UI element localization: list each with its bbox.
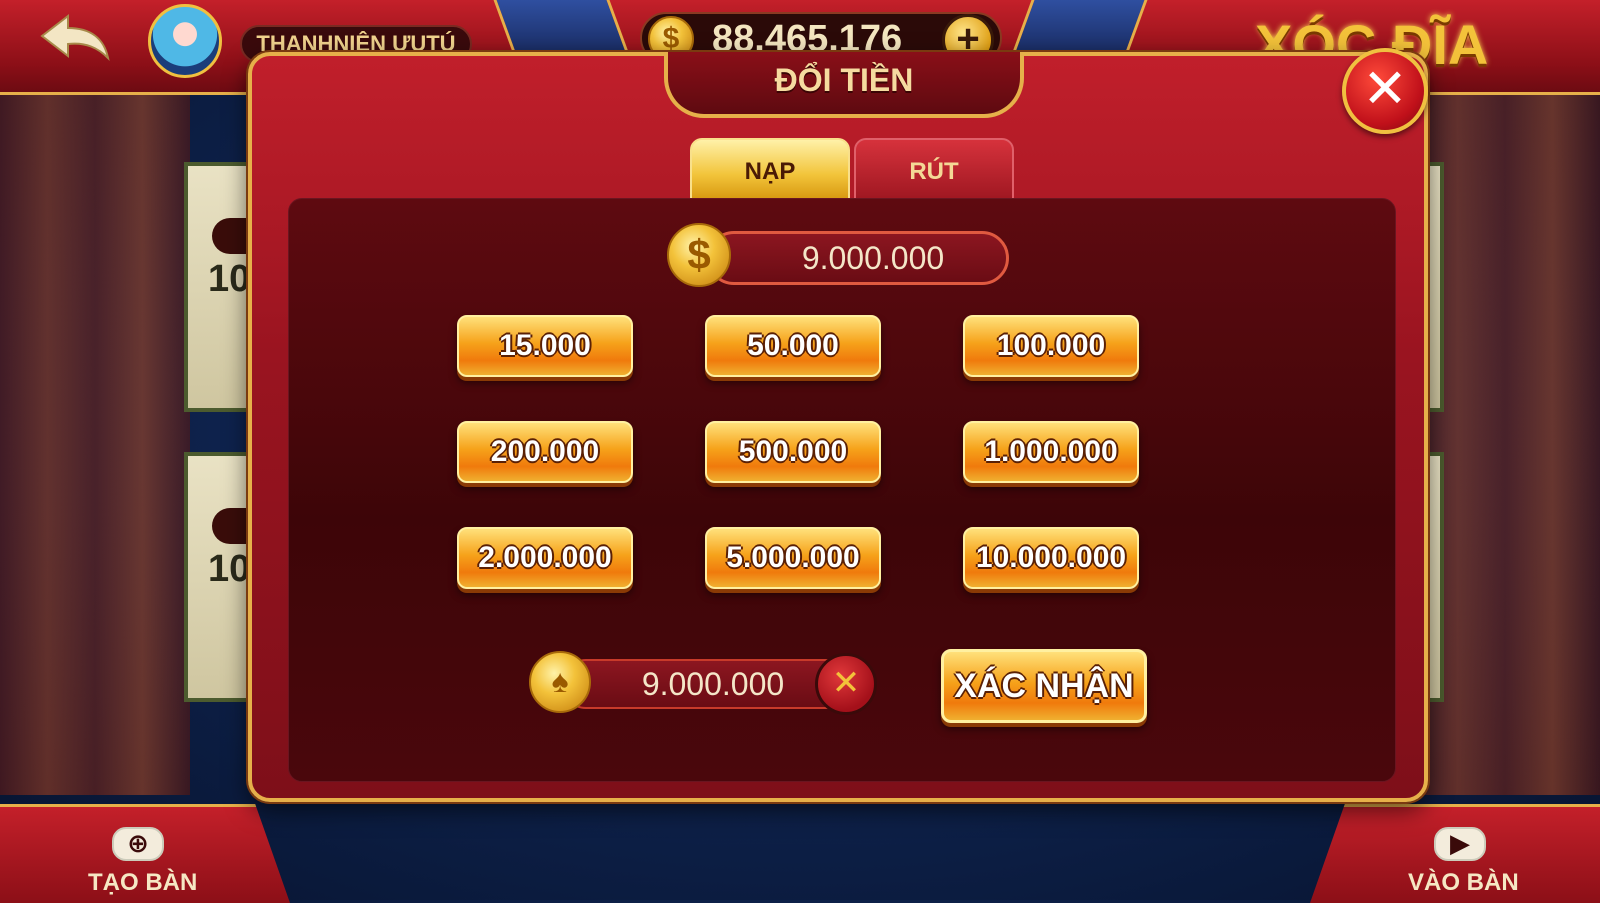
create-table-label: TẠO BÀN <box>88 869 198 896</box>
create-table-button[interactable]: ⊕ TẠO BÀN <box>0 804 290 903</box>
close-button[interactable]: ✕ <box>1342 48 1428 134</box>
denomination-button[interactable]: 5.000.000 <box>705 527 881 589</box>
plus-circle-icon: ⊕ <box>112 827 164 861</box>
denomination-button[interactable]: 15.000 <box>457 315 633 377</box>
amount-display: 9.000.000 <box>707 231 1009 285</box>
spade-coin-icon: ♠ <box>529 651 591 713</box>
denomination-button[interactable]: 500.000 <box>705 421 881 483</box>
exchange-panel: 9.000.000 $ 15.000 50.000 100.000 200.00… <box>288 198 1396 782</box>
denomination-button[interactable]: 2.000.000 <box>457 527 633 589</box>
exchange-modal: ĐỔI TIỀN ✕ NẠP RÚT 9.000.000 $ 15.000 50… <box>248 48 1428 802</box>
denomination-button[interactable]: 50.000 <box>705 315 881 377</box>
modal-title: ĐỔI TIỀN <box>774 62 914 98</box>
clear-amount-button[interactable]: ✕ <box>815 653 877 715</box>
table-badge <box>212 218 252 254</box>
dollar-coin-icon: $ <box>667 223 731 287</box>
tab-withdraw[interactable]: RÚT <box>854 138 1014 200</box>
join-table-label: VÀO BÀN <box>1408 869 1519 896</box>
denomination-button[interactable]: 200.000 <box>457 421 633 483</box>
join-table-button[interactable]: ▶ VÀO BÀN <box>1310 804 1600 903</box>
confirm-button[interactable]: XÁC NHẬN <box>941 649 1147 723</box>
game-table-card[interactable]: 10 <box>184 452 254 702</box>
back-arrow-icon[interactable] <box>38 12 112 62</box>
table-bet-number: 10 <box>208 258 251 300</box>
game-table-card[interactable]: 10 <box>184 162 254 412</box>
denomination-button[interactable]: 100.000 <box>963 315 1139 377</box>
modal-title-tab: ĐỔI TIỀN <box>664 52 1024 118</box>
denomination-button[interactable]: 10.000.000 <box>963 527 1139 589</box>
denomination-button[interactable]: 1.000.000 <box>963 421 1139 483</box>
table-bet-number: 10 <box>208 548 251 590</box>
tab-deposit[interactable]: NẠP <box>690 138 850 200</box>
curtain-left <box>0 95 190 795</box>
avatar-icon[interactable] <box>148 4 222 78</box>
play-circle-icon: ▶ <box>1434 827 1486 861</box>
table-badge <box>212 508 252 544</box>
